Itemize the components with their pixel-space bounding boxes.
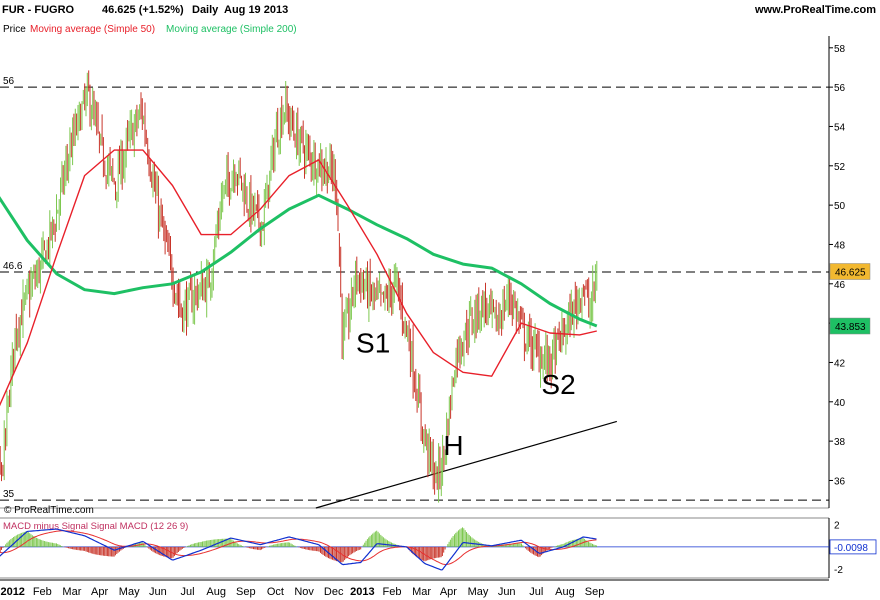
x-tick-label: Jul bbox=[180, 586, 194, 598]
macd-title: MACD minus Signal Signal MACD (12 26 9) bbox=[3, 521, 188, 532]
last-price-tag: 46.625 bbox=[829, 263, 871, 280]
x-tick-label: Apr bbox=[91, 586, 108, 598]
y-tick-label: 54 bbox=[834, 122, 846, 133]
x-tick-label: Oct bbox=[267, 586, 284, 598]
legend-ma200: Moving average (Simple 200) bbox=[166, 24, 297, 35]
y-tick-label: 56 bbox=[834, 83, 846, 94]
signal-line bbox=[0, 530, 597, 565]
x-tick-label: Sep bbox=[236, 586, 256, 598]
macd-panel: MACD minus Signal Signal MACD (12 26 9) … bbox=[0, 517, 877, 579]
y-tick-label: 36 bbox=[834, 476, 846, 487]
x-tick-label: 2013 bbox=[350, 586, 374, 598]
y-tick-label: 58 bbox=[834, 44, 846, 55]
x-tick-label: Mar bbox=[412, 586, 431, 598]
x-tick-label: Dec bbox=[324, 586, 344, 598]
trendline bbox=[315, 420, 617, 509]
quote-label: 46.625 (+1.52%) bbox=[102, 4, 184, 16]
x-tick-label: Aug bbox=[206, 586, 226, 598]
chart-header: FUR - FUGRO 46.625 (+1.52%) Daily Aug 19… bbox=[2, 4, 876, 16]
stock-chart: FUR - FUGRO 46.625 (+1.52%) Daily Aug 19… bbox=[0, 4, 877, 598]
x-tick-label: Apr bbox=[440, 586, 457, 598]
legend-price: Price bbox=[3, 24, 26, 35]
x-tick-label: Feb bbox=[383, 586, 402, 598]
y-tick-label: 38 bbox=[834, 437, 846, 448]
copyright-label: © ProRealTime.com bbox=[4, 505, 94, 516]
macd-tick-label: 2 bbox=[834, 521, 840, 532]
x-tick-label: Jun bbox=[149, 586, 167, 598]
period-label: Daily bbox=[192, 4, 219, 16]
ma200-value-tag: 43.853 bbox=[829, 317, 871, 335]
date-label: Aug 19 2013 bbox=[224, 4, 288, 16]
ma200-value-tag-text: 43.853 bbox=[835, 322, 866, 333]
x-tick-label: Mar bbox=[62, 586, 81, 598]
horizontal-level-label: 56 bbox=[3, 76, 15, 87]
y-tick-label: 50 bbox=[834, 201, 846, 212]
y-tick-label: 52 bbox=[834, 162, 846, 173]
macd-line bbox=[0, 528, 597, 571]
macd-value-tag: -0.0098 bbox=[829, 539, 877, 555]
chart-annotation: S2 bbox=[541, 369, 575, 400]
y-tick-label: 48 bbox=[834, 240, 846, 251]
y-tick-label: 40 bbox=[834, 398, 846, 409]
x-tick-label: May bbox=[468, 586, 489, 598]
x-axis: Dec2012FebMarAprMayJunJulAugSepOctNovDec… bbox=[0, 579, 829, 598]
x-tick-label: Nov bbox=[294, 586, 314, 598]
x-tick-label: 2012 bbox=[0, 586, 24, 598]
x-tick-label: Sep bbox=[585, 586, 605, 598]
indicator-legend: Price Moving average (Simple 50) Moving … bbox=[3, 24, 297, 35]
y-tick-label: 46 bbox=[834, 280, 846, 291]
candles bbox=[0, 70, 598, 503]
x-tick-label: Jun bbox=[498, 586, 516, 598]
price-panel: 3638404244464850525456585646.63546.62543… bbox=[0, 36, 871, 509]
instrument-label: FUR - FUGRO bbox=[2, 4, 75, 16]
legend-ma50: Moving average (Simple 50) bbox=[30, 24, 155, 35]
x-tick-label: Feb bbox=[33, 586, 52, 598]
x-tick-label: Aug bbox=[555, 586, 575, 598]
x-tick-label: Jul bbox=[529, 586, 543, 598]
chart-annotation: H bbox=[443, 430, 463, 461]
site-label: www.ProRealTime.com bbox=[754, 4, 876, 16]
ma50-line bbox=[0, 149, 597, 407]
last-price-tag-text: 46.625 bbox=[835, 268, 866, 279]
horizontal-level-label: 46.6 bbox=[3, 261, 23, 272]
y-tick-label: 42 bbox=[834, 358, 846, 369]
horizontal-level-label: 35 bbox=[3, 489, 15, 500]
macd-value-tag-text: -0.0098 bbox=[834, 543, 868, 554]
macd-tick-label: -2 bbox=[834, 565, 843, 576]
chart-annotation: S1 bbox=[356, 328, 390, 359]
x-tick-label: May bbox=[119, 586, 140, 598]
